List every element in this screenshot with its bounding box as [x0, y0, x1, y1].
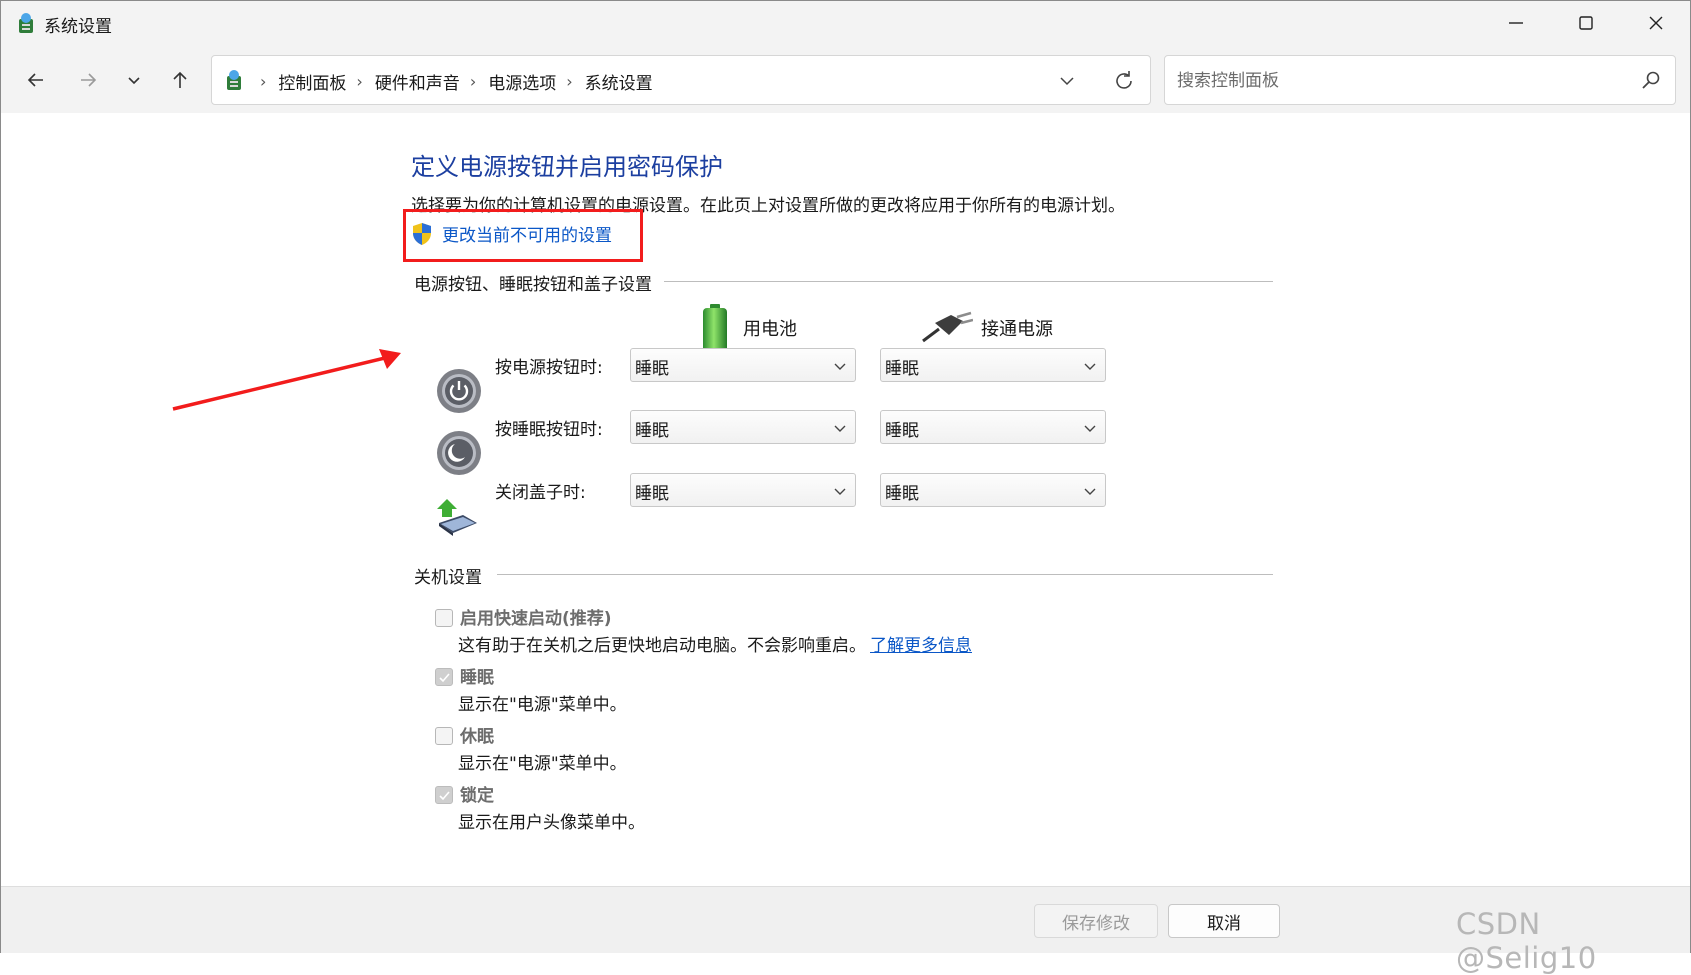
- checkmark-icon: [439, 791, 450, 801]
- control-panel-icon: [227, 70, 241, 90]
- select-value: 睡眠: [885, 484, 919, 504]
- settings-window: 系统设置 › 控制面板 › 硬件和声音 › 电源选项 › 系统设置 搜索控制面板…: [0, 0, 1691, 953]
- arrow-up-icon: [173, 71, 187, 88]
- arrow-left-icon: [27, 73, 43, 87]
- select-value: 睡眠: [885, 421, 919, 441]
- lid-close-battery-select[interactable]: 睡眠: [630, 473, 856, 507]
- back-button[interactable]: [19, 63, 53, 97]
- sleep-checkbox[interactable]: [435, 668, 453, 686]
- annotation-highlight-box: [403, 209, 643, 262]
- power-buttons-section-title: 电源按钮、睡眠按钮和盖子设置: [414, 270, 664, 295]
- search-input[interactable]: [1175, 66, 1619, 96]
- close-icon: [1649, 16, 1663, 30]
- save-changes-button[interactable]: 保存修改: [1034, 904, 1158, 938]
- laptop-lid-icon: [437, 499, 477, 536]
- sleep-button-battery-select[interactable]: 睡眠: [630, 410, 856, 444]
- select-value: 睡眠: [885, 359, 919, 379]
- chevron-down-icon: [128, 77, 140, 85]
- recent-locations-button[interactable]: [117, 63, 151, 97]
- control-panel-icon: [19, 13, 33, 33]
- sleep-button-row-label: 按睡眠按钮时:: [495, 420, 603, 440]
- cancel-button[interactable]: 取消: [1168, 904, 1280, 938]
- chevron-down-icon: [834, 425, 846, 432]
- section-divider: [497, 574, 1273, 575]
- title-bar: 系统设置: [1, 1, 1690, 45]
- footer-bar: 保存修改 取消: [1, 886, 1690, 953]
- maximize-icon: [1579, 16, 1593, 30]
- maximize-button[interactable]: [1551, 1, 1621, 45]
- minimize-button[interactable]: [1481, 1, 1551, 45]
- power-button-row-label: 按电源按钮时:: [495, 358, 603, 378]
- plugged-column-header: 接通电源: [921, 311, 1053, 345]
- chevron-down-icon: [1084, 425, 1096, 432]
- battery-icon: [703, 304, 727, 352]
- breadcrumb-system-settings[interactable]: 系统设置: [585, 69, 653, 94]
- search-icon[interactable]: [1640, 69, 1662, 91]
- lock-option-label: 锁定: [460, 786, 494, 806]
- refresh-icon[interactable]: [1112, 69, 1136, 93]
- lid-close-row-label: 关闭盖子时:: [495, 483, 586, 503]
- section-divider: [661, 281, 1273, 282]
- breadcrumb-power-options[interactable]: 电源选项: [488, 69, 556, 94]
- close-button[interactable]: [1621, 1, 1691, 45]
- arrow-right-icon: [81, 73, 97, 87]
- up-button[interactable]: [163, 63, 197, 97]
- lid-close-plugged-select[interactable]: 睡眠: [880, 473, 1106, 507]
- lock-option-description: 显示在用户头像菜单中。: [458, 813, 645, 833]
- select-value: 睡眠: [635, 484, 669, 504]
- sleep-option-description: 显示在"电源"菜单中。: [458, 695, 627, 715]
- watermark: CSDN @Selig10: [1456, 907, 1597, 975]
- power-plug-icon: [922, 311, 973, 343]
- sleep-button-icon: [437, 431, 481, 475]
- chevron-down-icon: [1084, 363, 1096, 370]
- chevron-down-icon: [834, 488, 846, 495]
- chevron-down-icon: [1084, 488, 1096, 495]
- sleep-button-plugged-select[interactable]: 睡眠: [880, 410, 1106, 444]
- hibernate-checkbox[interactable]: [435, 727, 453, 745]
- learn-more-link[interactable]: 了解更多信息: [870, 636, 972, 656]
- breadcrumb-separator: ›: [260, 72, 267, 91]
- address-bar[interactable]: › 控制面板 › 硬件和声音 › 电源选项 › 系统设置: [211, 55, 1151, 105]
- select-value: 睡眠: [635, 359, 669, 379]
- window-title: 系统设置: [44, 17, 112, 37]
- chevron-down-icon: [834, 363, 846, 370]
- power-button-plugged-select[interactable]: 睡眠: [880, 348, 1106, 382]
- annotation-arrow-icon: [172, 349, 401, 411]
- plugged-column-label: 接通电源: [981, 319, 1053, 340]
- address-history-icon[interactable]: [1057, 71, 1077, 91]
- battery-column-label: 用电池: [743, 319, 797, 340]
- minimize-icon: [1509, 22, 1523, 24]
- sleep-option-label: 睡眠: [460, 668, 494, 688]
- breadcrumb-hardware-sound[interactable]: 硬件和声音: [375, 69, 460, 94]
- power-button-battery-select[interactable]: 睡眠: [630, 348, 856, 382]
- checkmark-icon: [439, 673, 450, 683]
- hibernate-option-label: 休眠: [460, 727, 494, 747]
- breadcrumb-control-panel[interactable]: 控制面板: [278, 69, 346, 94]
- hibernate-option-description: 显示在"电源"菜单中。: [458, 754, 627, 774]
- battery-column-header: 用电池: [697, 303, 797, 353]
- page-title: 定义电源按钮并启用密码保护: [411, 153, 723, 181]
- breadcrumb-separator: ›: [356, 72, 363, 91]
- power-button-icon: [437, 369, 481, 413]
- select-value: 睡眠: [635, 421, 669, 441]
- breadcrumb-separator: ›: [469, 72, 477, 91]
- fast-startup-checkbox[interactable]: [435, 609, 453, 627]
- breadcrumb-separator: ›: [566, 72, 573, 91]
- main-content: 定义电源按钮并启用密码保护 选择要为你的计算机设置的电源设置。在此页上对设置所做…: [1, 113, 1690, 885]
- forward-button[interactable]: [71, 63, 105, 97]
- navigation-bar: › 控制面板 › 硬件和声音 › 电源选项 › 系统设置: [1, 45, 1690, 113]
- fast-startup-label: 启用快速启动(推荐): [460, 609, 612, 629]
- breadcrumb: › 控制面板 › 硬件和声音 › 电源选项 › 系统设置: [256, 69, 659, 94]
- shutdown-section-title: 关机设置: [414, 563, 494, 588]
- fast-startup-description-text: 这有助于在关机之后更快地启动电脑。不会影响重启。: [458, 636, 866, 656]
- fast-startup-description: 这有助于在关机之后更快地启动电脑。不会影响重启。 了解更多信息: [458, 631, 972, 656]
- search-box[interactable]: [1164, 55, 1676, 105]
- lock-checkbox[interactable]: [435, 786, 453, 804]
